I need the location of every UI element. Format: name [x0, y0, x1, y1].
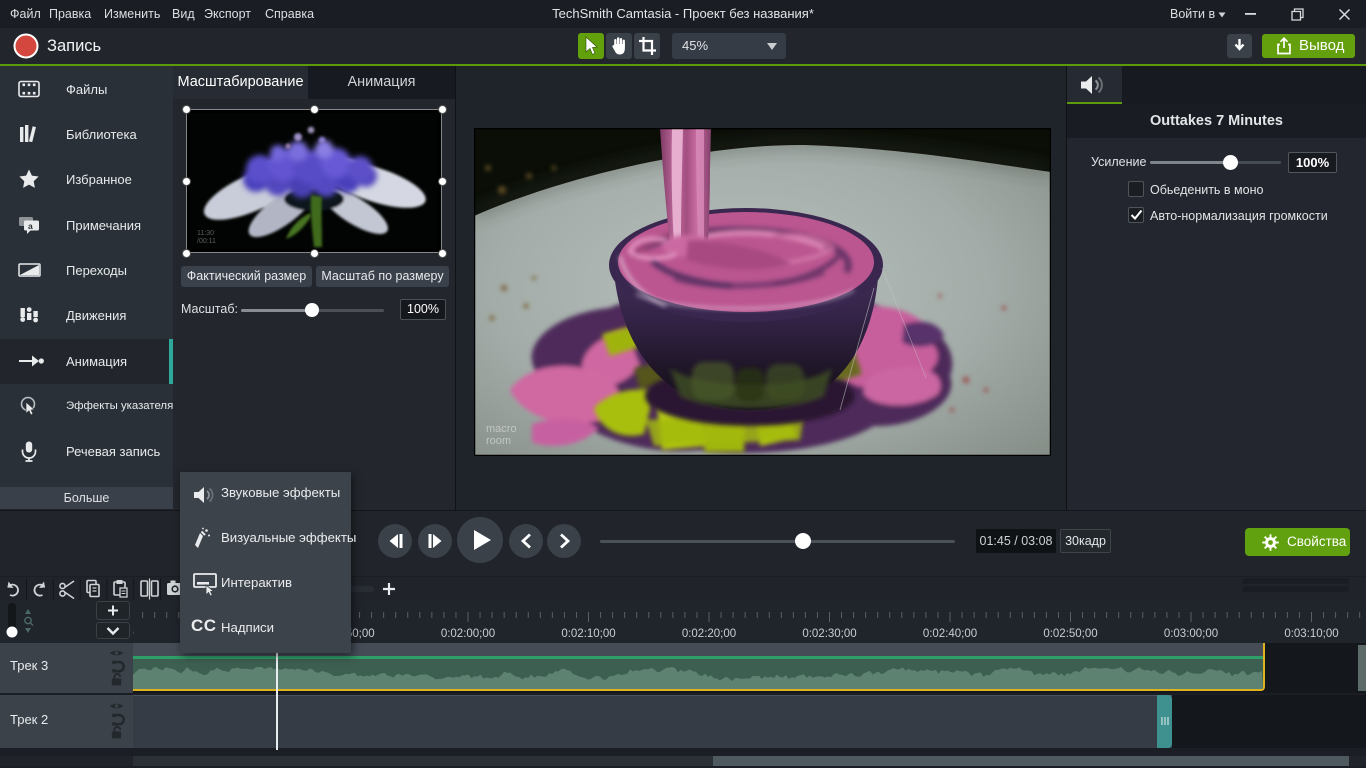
svg-text:0:01:30;00: 0:01:30;00: [133, 628, 134, 640]
svg-text:0:02:40;00: 0:02:40;00: [923, 628, 977, 640]
svg-text:11:30: 11:30: [197, 230, 214, 237]
svg-text:0:03:00;00: 0:03:00;00: [1164, 628, 1218, 640]
svg-text:0:02:20;00: 0:02:20;00: [682, 628, 736, 640]
svg-text:0:03:10;00: 0:03:10;00: [1284, 628, 1338, 640]
svg-text:0:02:30;00: 0:02:30;00: [802, 628, 856, 640]
svg-text:0:02:50;00: 0:02:50;00: [1043, 628, 1097, 640]
svg-text:room: room: [486, 435, 511, 447]
svg-text:/00:11: /00:11: [197, 238, 216, 245]
svg-text:a: a: [28, 220, 33, 230]
svg-text:0:02:10;00: 0:02:10;00: [561, 628, 615, 640]
svg-text:0:02:00;00: 0:02:00;00: [441, 628, 495, 640]
svg-text:macro: macro: [486, 423, 517, 435]
